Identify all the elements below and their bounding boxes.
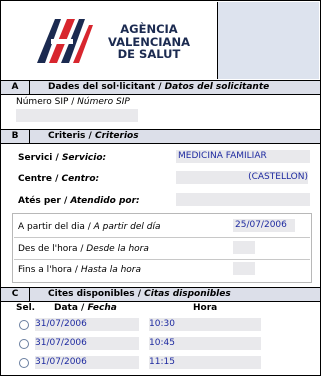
agency-name: AGÈNCIA VALENCIANA DE SALUT bbox=[89, 23, 209, 61]
col-sel-header: Sel. bbox=[16, 303, 36, 313]
section-a-letter: A bbox=[11, 82, 19, 92]
section-a-title-val: Dades del sol·licitant bbox=[48, 82, 156, 92]
appointment-time: 10:30 bbox=[149, 318, 261, 331]
section-a-title-es: Datos del solicitante bbox=[164, 82, 270, 92]
fins-label-val: Fins a l'hora / bbox=[18, 265, 81, 275]
apartir-label-es: A partir del día bbox=[93, 222, 161, 232]
divider bbox=[14, 259, 310, 260]
section-b-title-sep: / bbox=[85, 131, 95, 141]
servei-label-val: Servici / bbox=[18, 153, 62, 163]
ates-label-val: Atés per / bbox=[18, 196, 71, 206]
section-c-title-val: Cites disponibles bbox=[48, 289, 135, 299]
des-field[interactable] bbox=[233, 241, 255, 254]
section-c-title-sep: / bbox=[134, 289, 145, 299]
appointment-radio[interactable] bbox=[19, 320, 29, 330]
fins-label-es: Hasta la hora bbox=[80, 265, 141, 275]
section-b-header: B Criteris / Criterios bbox=[1, 129, 320, 144]
agency-name-line-1: AGÈNCIA bbox=[120, 22, 178, 36]
apartir-label-val: A partir del dia / bbox=[18, 222, 94, 232]
section-b-letter: B bbox=[11, 131, 19, 141]
centre-label-val: Centre / bbox=[18, 174, 62, 184]
header-side-panel bbox=[217, 2, 319, 79]
header: AGÈNCIA VALENCIANA DE SALUT bbox=[1, 1, 320, 80]
section-a-title-sep: / bbox=[155, 82, 165, 92]
agency-name-line-3: DE SALUT bbox=[117, 47, 181, 61]
apartir-label: A partir del dia / A partir del día bbox=[18, 222, 161, 232]
appointment-radio[interactable] bbox=[19, 358, 29, 368]
appointment-radio[interactable] bbox=[19, 339, 29, 349]
servei-field[interactable]: MEDICINA FAMILIAR bbox=[176, 150, 310, 163]
apartir-field[interactable]: 25/07/2006 bbox=[233, 219, 295, 232]
sip-label: Número SIP / Número SIP bbox=[16, 97, 130, 107]
agency-logo-mark-icon bbox=[37, 19, 93, 63]
section-c-title-es: Citas disponibles bbox=[144, 289, 231, 299]
sip-label-val: Número SIP / bbox=[16, 97, 78, 107]
section-b-title-val: Criteris bbox=[48, 131, 86, 141]
appointment-date: 31/07/2006 bbox=[35, 318, 139, 331]
section-a-title: Dades del sol·licitant / Datos del solic… bbox=[29, 81, 269, 94]
sip-field[interactable] bbox=[16, 109, 138, 122]
col-data-header: Data / Fecha bbox=[54, 303, 117, 313]
appointment-date: 31/07/2006 bbox=[35, 356, 139, 369]
col-hora-header: Hora bbox=[193, 303, 218, 313]
appointment-date: 31/07/2006 bbox=[35, 337, 139, 350]
fins-label: Fins a l'hora / Hasta la hora bbox=[18, 265, 141, 275]
ates-label: Atés per / Atendido por: bbox=[18, 196, 140, 206]
section-c-letter: C bbox=[11, 289, 19, 299]
des-label-es: Desde la hora bbox=[86, 244, 149, 254]
appointment-time: 11:15 bbox=[149, 356, 261, 369]
section-c-title: Cites disponibles / Citas disponibles bbox=[29, 288, 231, 301]
centre-label-es: Centro: bbox=[61, 174, 100, 184]
des-label: Des de l'hora / Desde la hora bbox=[18, 244, 149, 254]
section-b-title: Criteris / Criterios bbox=[29, 130, 139, 143]
servei-label: Servici / Servicio: bbox=[18, 153, 106, 163]
appointment-time: 10:45 bbox=[149, 337, 261, 350]
ates-field[interactable] bbox=[176, 193, 310, 206]
agency-logo: AGÈNCIA VALENCIANA DE SALUT bbox=[1, 1, 215, 80]
ates-label-es: Atendido por: bbox=[70, 196, 140, 206]
centre-label: Centre / Centro: bbox=[18, 174, 99, 184]
section-a-header: A Dades del sol·licitant / Datos del sol… bbox=[1, 80, 320, 95]
servei-label-es: Servicio: bbox=[61, 153, 107, 163]
section-b-title-es: Criterios bbox=[94, 131, 139, 141]
des-label-val: Des de l'hora / bbox=[18, 244, 87, 254]
col-data-header-val: Data / bbox=[54, 303, 88, 313]
section-c-header: C Cites disponibles / Citas disponibles bbox=[1, 287, 320, 302]
divider bbox=[14, 237, 310, 238]
centre-field[interactable]: (CASTELLON) bbox=[176, 171, 308, 184]
sip-label-es: Número SIP bbox=[77, 97, 130, 107]
col-data-header-es: Fecha bbox=[87, 303, 117, 313]
fins-field[interactable] bbox=[233, 262, 255, 275]
